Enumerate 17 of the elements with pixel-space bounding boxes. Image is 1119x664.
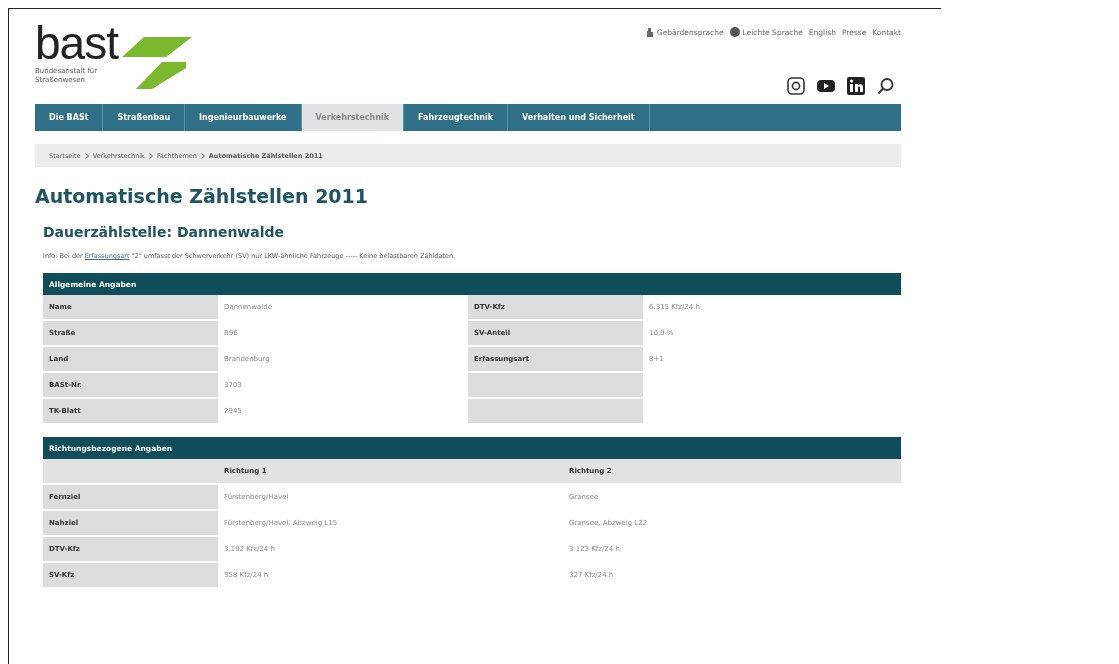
youtube-icon[interactable] bbox=[817, 77, 835, 95]
hand-icon bbox=[645, 27, 654, 37]
search-icon[interactable] bbox=[877, 77, 895, 95]
info-icon bbox=[729, 27, 740, 37]
logo-text[interactable]: bast bbox=[35, 21, 118, 65]
nav-tab[interactable]: Straßenbau bbox=[103, 104, 186, 131]
page-title: Automatische Zählstellen 2011 bbox=[35, 185, 370, 207]
chevron-icon bbox=[84, 152, 89, 159]
chevron-icon bbox=[148, 152, 153, 159]
instagram-icon[interactable] bbox=[787, 77, 805, 95]
nav-tab[interactable]: Fahrzeugtechnik bbox=[404, 104, 509, 131]
nav-tab[interactable]: Die BASt bbox=[35, 104, 104, 131]
nav-tab[interactable]: Verhalten und Sicherheit bbox=[508, 104, 650, 131]
section-heading: Dauerzählstelle: Dannenwalde bbox=[43, 224, 286, 240]
nav-tab[interactable]: Ingenieurbauwerke bbox=[185, 104, 302, 131]
chevron-icon bbox=[200, 152, 205, 159]
linkedin-icon[interactable] bbox=[847, 77, 865, 95]
